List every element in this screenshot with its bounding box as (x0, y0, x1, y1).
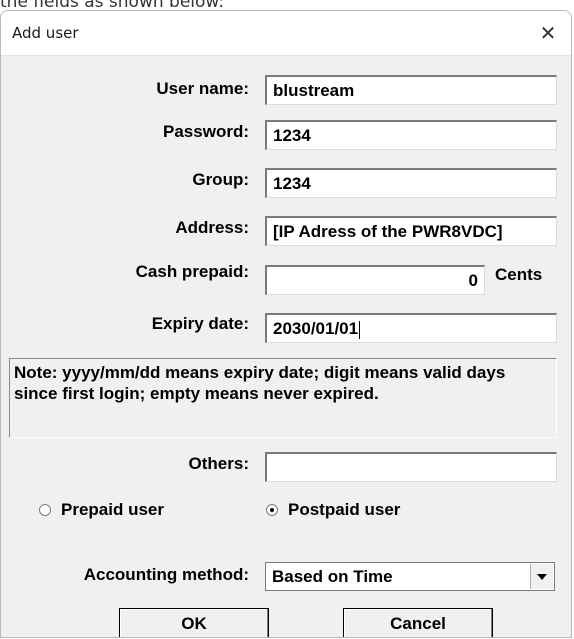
accounting-method-value: Based on Time (272, 567, 393, 586)
expiry-date-label: Expiry date: (151, 314, 249, 333)
user-name-label: User name: (156, 79, 249, 98)
ok-button[interactable]: OK (119, 608, 269, 637)
expiry-note: Note: yyyy/mm/dd means expiry date; digi… (9, 358, 557, 438)
postpaid-radio[interactable] (266, 504, 278, 516)
user-name-field[interactable]: blustream (265, 75, 557, 105)
password-field[interactable]: 1234 (265, 120, 557, 150)
text-caret (359, 320, 361, 339)
address-field[interactable]: [IP Adress of the PWR8VDC] (265, 216, 557, 246)
address-label: Address: (175, 218, 249, 237)
dialog-titlebar: Add user ✕ (1, 11, 571, 56)
postpaid-user-option[interactable]: Postpaid user (266, 500, 400, 520)
expiry-date-value: 2030/01/01 (273, 319, 359, 338)
close-button[interactable]: ✕ (525, 11, 571, 55)
cash-unit-label: Cents (495, 265, 543, 284)
others-label: Others: (188, 454, 249, 473)
dropdown-button[interactable] (530, 564, 553, 589)
group-field[interactable]: 1234 (265, 168, 557, 198)
accounting-method-label: Accounting method: (83, 565, 249, 584)
prepaid-user-label: Prepaid user (61, 500, 164, 519)
expiry-date-field[interactable]: 2030/01/01 (265, 313, 557, 343)
cash-prepaid-field[interactable]: 0 (265, 265, 485, 295)
password-label: Password: (163, 122, 249, 141)
accounting-method-select[interactable]: Based on Time (265, 562, 555, 591)
dialog-title: Add user (12, 24, 79, 42)
add-user-dialog: Add user ✕ User name: blustream Password… (0, 10, 572, 638)
cancel-button[interactable]: Cancel (343, 608, 493, 637)
others-field[interactable] (265, 452, 557, 482)
postpaid-user-label: Postpaid user (288, 500, 401, 519)
prepaid-user-option[interactable]: Prepaid user (39, 500, 164, 520)
chevron-down-icon (537, 573, 547, 580)
close-icon: ✕ (539, 21, 557, 45)
cash-prepaid-label: Cash prepaid: (135, 262, 249, 281)
prepaid-radio[interactable] (39, 504, 51, 516)
group-label: Group: (192, 170, 249, 189)
